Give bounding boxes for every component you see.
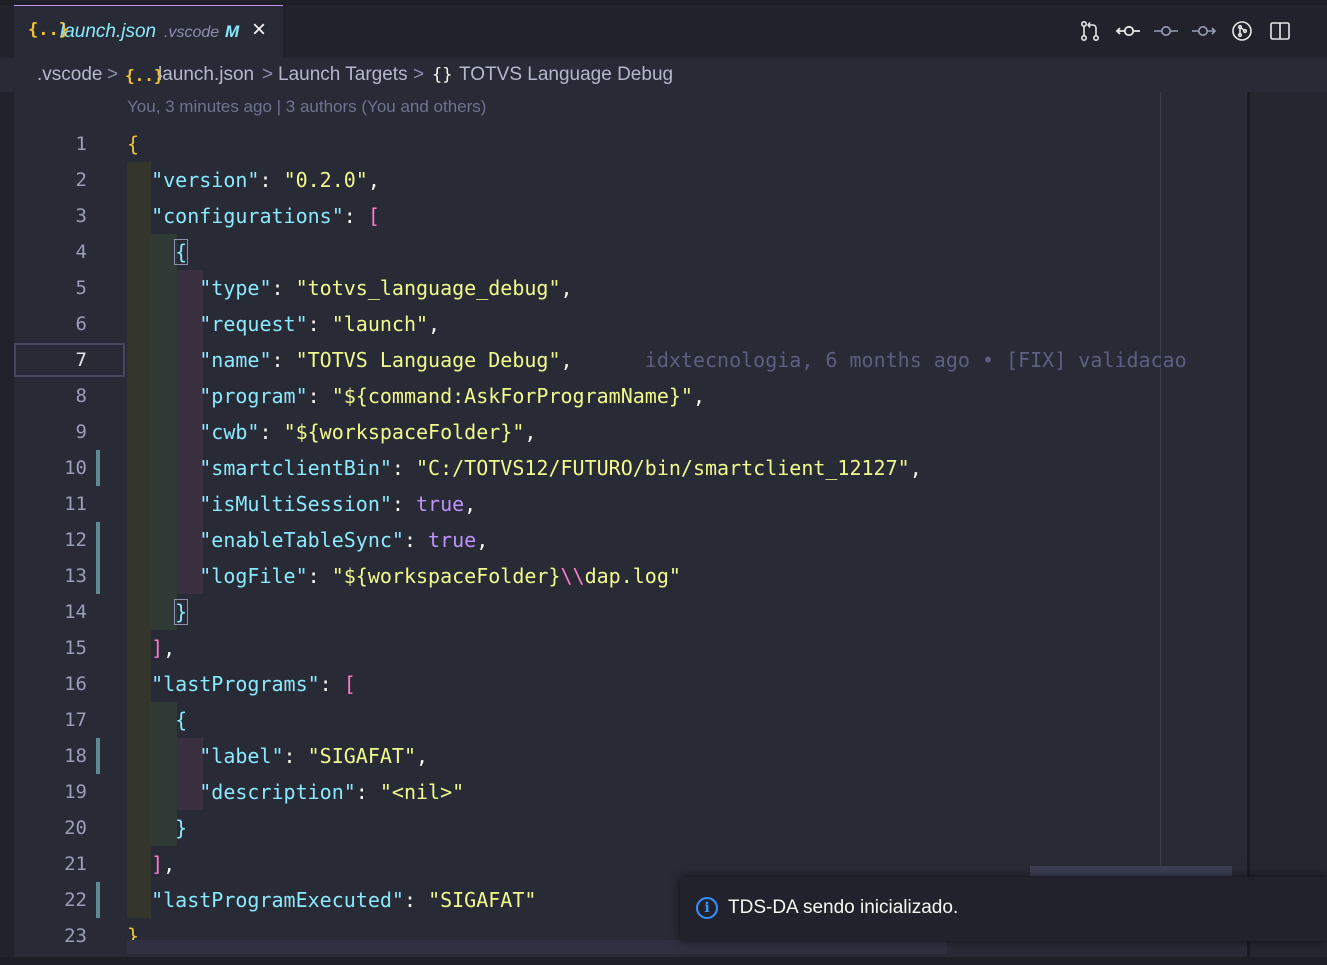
line-number: 9 — [75, 421, 87, 443]
tab-filename: launch.json — [60, 21, 157, 42]
line-number: 14 — [64, 601, 87, 623]
previous-change-icon[interactable] — [1151, 13, 1181, 49]
overview-scrollbar-thumb[interactable] — [1030, 866, 1232, 876]
chevron-right-icon: > — [262, 64, 274, 85]
line-number: 18 — [64, 745, 87, 767]
modified-badge: M — [225, 22, 240, 41]
horizontal-scrollbar[interactable] — [127, 940, 947, 954]
split-editor-icon[interactable] — [1265, 13, 1295, 49]
line-number: 22 — [64, 889, 87, 911]
breadcrumb-folder[interactable]: .vscode — [37, 64, 102, 86]
line-number: 11 — [64, 493, 87, 515]
breadcrumb-file[interactable]: launch.json — [158, 64, 254, 86]
timeline-icon[interactable] — [1227, 13, 1257, 49]
code-line[interactable]: "enableTableSync": true, — [127, 522, 488, 558]
gutter-change-marker[interactable] — [96, 522, 100, 558]
next-change-icon[interactable] — [1189, 13, 1219, 49]
activity-edge — [0, 92, 14, 957]
gutter-change-marker[interactable] — [96, 882, 100, 918]
line-number: 17 — [64, 709, 87, 731]
codelens-authors[interactable]: You, 3 minutes ago | 3 authors (You and … — [127, 97, 486, 117]
code-line[interactable]: "request": "launch", — [127, 306, 440, 342]
editor-tab-bar: {..} launch.json .vscode M × — [0, 5, 1327, 58]
line-number: 4 — [75, 241, 87, 263]
code-line[interactable]: "type": "totvs_language_debug", — [127, 270, 572, 306]
line-number: 1 — [75, 133, 87, 155]
gutter-change-marker[interactable] — [96, 738, 100, 774]
code-line[interactable]: "description": "<nil>" — [127, 774, 464, 810]
code-line[interactable]: ], — [127, 846, 175, 882]
chevron-right-icon: > — [107, 64, 119, 85]
line-number: 15 — [64, 637, 87, 659]
close-icon[interactable]: × — [252, 16, 266, 44]
status-bar-strip — [0, 957, 1327, 965]
object-symbol-icon: {} — [432, 65, 453, 85]
code-line[interactable]: "lastProgramExecuted": "SIGAFAT" — [127, 882, 536, 918]
breadcrumb-section[interactable]: Launch Targets — [278, 64, 408, 86]
line-number: 13 — [64, 565, 87, 587]
code-line[interactable]: "lastPrograms": [ — [127, 666, 356, 702]
code-line[interactable]: { — [127, 126, 139, 162]
open-changes-icon[interactable] — [1075, 13, 1105, 49]
line-number: 10 — [64, 457, 87, 479]
code-line[interactable]: } — [127, 594, 189, 630]
git-commit-icon[interactable] — [1113, 13, 1143, 49]
line-number: 2 — [75, 169, 87, 191]
git-blame-annotation: idxtecnologia, 6 months ago • [FIX] vali… — [644, 348, 1187, 372]
line-number: 3 — [75, 205, 87, 227]
code-line[interactable]: "version": "0.2.0", — [127, 162, 380, 198]
code-line[interactable]: } — [127, 810, 187, 846]
tab-folder: .vscode — [164, 24, 220, 41]
minimap-border — [1247, 92, 1250, 957]
breadcrumb-item[interactable]: TOTVS Language Debug — [459, 64, 673, 86]
line-number: 20 — [64, 817, 87, 839]
tab-launch-json[interactable]: {..} launch.json .vscode M × — [14, 5, 283, 58]
line-number: 23 — [64, 925, 87, 947]
code-line[interactable]: "smartclientBin": "C:/TOTVS12/FUTURO/bin… — [127, 450, 921, 486]
editor-actions — [1075, 13, 1315, 49]
code-line[interactable]: "name": "TOTVS Language Debug", idxtecno… — [127, 342, 1187, 378]
line-number: 5 — [75, 277, 87, 299]
notification-toast[interactable]: i TDS-DA sendo inicializado. — [680, 877, 1327, 941]
code-line[interactable]: { — [127, 234, 189, 270]
editor-ruler — [1160, 92, 1161, 872]
code-line[interactable]: "logFile": "${workspaceFolder}\\dap.log" — [127, 558, 681, 594]
code-line[interactable]: "cwb": "${workspaceFolder}", — [127, 414, 536, 450]
info-icon: i — [696, 897, 718, 919]
notification-message: TDS-DA sendo inicializado. — [728, 897, 959, 918]
code-line[interactable]: "program": "${command:AskForProgramName}… — [127, 378, 705, 414]
code-line[interactable]: "isMultiSession": true, — [127, 486, 476, 522]
line-number: 8 — [75, 385, 87, 407]
chevron-right-icon: > — [413, 64, 425, 85]
line-number: 16 — [64, 673, 87, 695]
code-line[interactable]: "label": "SIGAFAT", — [127, 738, 428, 774]
gutter-change-marker[interactable] — [96, 450, 100, 486]
line-number: 19 — [64, 781, 87, 803]
line-number: 12 — [64, 529, 87, 551]
line-number: 7 — [75, 349, 87, 371]
breadcrumb: .vscode > {..} launch.json > Launch Targ… — [0, 58, 1327, 92]
line-number: 6 — [75, 313, 87, 335]
code-line[interactable]: "configurations": [ — [127, 198, 380, 234]
line-number: 21 — [64, 853, 87, 875]
minimap[interactable] — [1250, 92, 1327, 957]
gutter-change-marker[interactable] — [96, 558, 100, 594]
code-line[interactable]: { — [127, 702, 187, 738]
code-line[interactable]: ], — [127, 630, 175, 666]
